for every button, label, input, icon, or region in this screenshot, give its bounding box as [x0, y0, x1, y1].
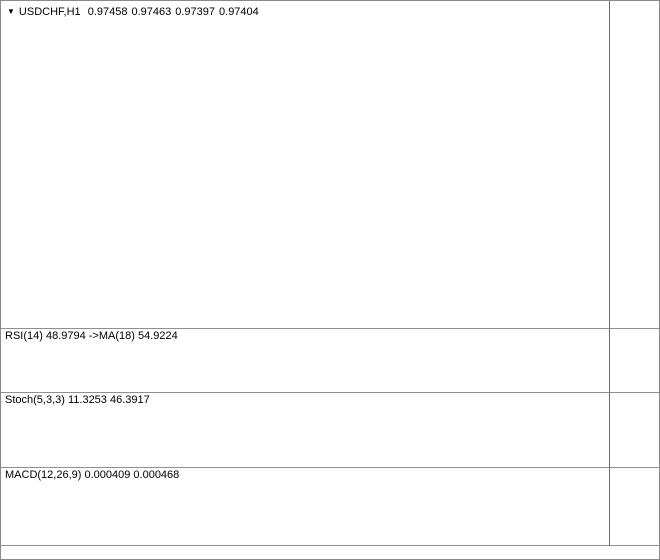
price-axis[interactable]	[609, 1, 659, 546]
symbol-dropdown-icon[interactable]: ▼	[7, 7, 15, 16]
main-price-chart[interactable]	[1, 1, 609, 328]
panel-separator[interactable]	[1, 392, 659, 393]
stoch-label: Stoch(5,3,3) 11.3253 46.3917	[5, 394, 150, 406]
rsi-label: RSI(14) 48.9794 ->MA(18) 54.9224	[5, 330, 178, 342]
close-value: 0.97404	[219, 6, 259, 18]
symbol-period-label: USDCHF,H1	[18, 6, 81, 18]
macd-label: MACD(12,26,9) 0.000409 0.000468	[5, 469, 180, 481]
chart-window: ▼ USDCHF,H1 0.97458 0.97463 0.97397 0.97404 …	[0, 0, 660, 560]
time-axis[interactable]	[1, 546, 659, 559]
high-value: 0.97463	[131, 6, 172, 18]
panel-separator[interactable]	[1, 467, 659, 468]
ohlc-header: ▼ USDCHF,H1 0.97458 0.97463 0.97397 0.97404	[7, 6, 263, 18]
panel-separator[interactable]	[1, 328, 659, 329]
open-value: 0.97458	[87, 6, 128, 18]
low-value: 0.97397	[175, 6, 216, 18]
